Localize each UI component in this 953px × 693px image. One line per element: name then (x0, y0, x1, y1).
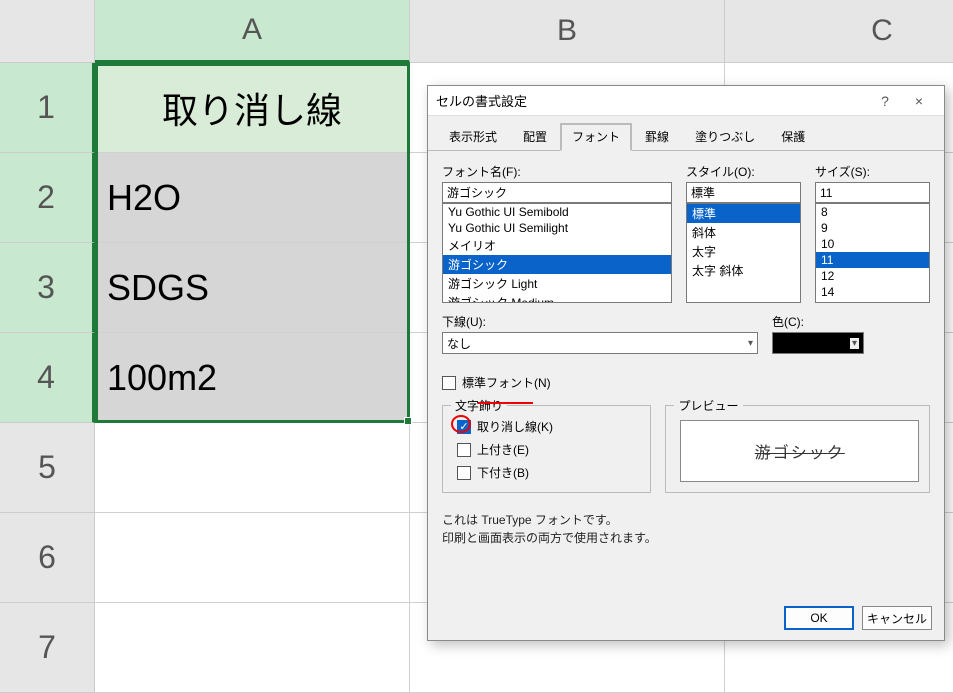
list-item[interactable]: 14 (816, 284, 929, 300)
annotation-underline (478, 402, 533, 404)
strikethrough-label: 取り消し線(K) (477, 418, 553, 435)
tab-罫線[interactable]: 罫線 (632, 122, 682, 150)
select-all-corner[interactable] (0, 0, 95, 63)
tab-フォント[interactable]: フォント (560, 123, 632, 151)
row-header-3[interactable]: 3 (0, 243, 95, 333)
row-headers: 1234567 (0, 63, 95, 646)
cell-A2[interactable]: H2O (95, 153, 410, 243)
effects-legend: 文字飾り (451, 397, 507, 414)
color-label: 色(C): (772, 313, 930, 330)
cell-A1[interactable]: 取り消し線 (95, 63, 410, 153)
row-header-6[interactable]: 6 (0, 513, 95, 603)
list-item[interactable]: 游ゴシック Light (443, 274, 671, 293)
superscript-checkbox[interactable] (457, 443, 471, 457)
list-item[interactable]: 12 (816, 268, 929, 284)
row-header-4[interactable]: 4 (0, 333, 95, 423)
underline-label: 下線(U): (442, 313, 758, 330)
list-item[interactable]: メイリオ (443, 236, 671, 255)
list-item[interactable]: Yu Gothic UI Semibold (443, 204, 671, 220)
superscript-label: 上付き(E) (477, 441, 529, 458)
list-item[interactable]: 11 (816, 252, 929, 268)
cell-A7[interactable] (95, 603, 410, 693)
annotation-circle (451, 415, 471, 433)
list-item[interactable]: 太字 (687, 242, 800, 261)
row-header-2[interactable]: 2 (0, 153, 95, 243)
list-item[interactable]: 斜体 (687, 223, 800, 242)
tab-保護[interactable]: 保護 (768, 122, 818, 150)
list-item[interactable]: Yu Gothic UI Semilight (443, 220, 671, 236)
list-item[interactable]: 標準 (687, 204, 800, 223)
normal-font-checkbox[interactable] (442, 376, 456, 390)
effects-group: 文字飾り ✓ 取り消し線(K) 上付き(E) 下付き(B) (442, 405, 651, 493)
column-headers: ABC (95, 0, 953, 63)
cell-A6[interactable] (95, 513, 410, 603)
subscript-checkbox[interactable] (457, 466, 471, 480)
chevron-down-icon: ▾ (850, 338, 859, 349)
column-header-A[interactable]: A (95, 0, 410, 63)
preview-group: プレビュー 游ゴシック (665, 405, 930, 493)
style-label: スタイル(O): (686, 163, 801, 180)
row-header-7[interactable]: 7 (0, 603, 95, 693)
list-item[interactable]: 10 (816, 236, 929, 252)
font-info-text: これは TrueType フォントです。 印刷と画面表示の両方で使用されます。 (442, 511, 930, 547)
format-cells-dialog: セルの書式設定 ? × 表示形式配置フォント罫線塗りつぶし保護 フォント名(F)… (427, 85, 945, 641)
style-list[interactable]: 標準斜体太字太字 斜体 (686, 203, 801, 303)
chevron-down-icon: ▾ (748, 338, 753, 349)
row-header-1[interactable]: 1 (0, 63, 95, 153)
list-item[interactable]: 游ゴシック (443, 255, 671, 274)
font-name-list[interactable]: Yu Gothic UI SemiboldYu Gothic UI Semili… (442, 203, 672, 303)
preview-legend: プレビュー (674, 397, 742, 414)
dialog-body: フォント名(F): Yu Gothic UI SemiboldYu Gothic… (428, 151, 944, 557)
cancel-button[interactable]: キャンセル (862, 606, 932, 630)
close-icon: × (915, 93, 923, 109)
list-item[interactable]: 太字 斜体 (687, 261, 800, 280)
normal-font-label: 標準フォント(N) (462, 374, 551, 391)
dialog-tabs: 表示形式配置フォント罫線塗りつぶし保護 (428, 116, 944, 151)
cell-A5[interactable] (95, 423, 410, 513)
tab-表示形式[interactable]: 表示形式 (436, 122, 510, 150)
close-button[interactable]: × (902, 89, 936, 113)
font-name-input[interactable] (442, 182, 672, 203)
list-item[interactable]: 游ゴシック Medium (443, 293, 671, 303)
size-label: サイズ(S): (815, 163, 930, 180)
ok-button[interactable]: OK (784, 606, 854, 630)
preview-text: 游ゴシック (755, 439, 845, 463)
color-combo[interactable]: ▾ (772, 332, 864, 354)
column-header-B[interactable]: B (410, 0, 725, 63)
underline-combo[interactable]: なし ▾ (442, 332, 758, 354)
style-input[interactable] (686, 182, 801, 203)
row-header-5[interactable]: 5 (0, 423, 95, 513)
tab-塗りつぶし[interactable]: 塗りつぶし (682, 122, 768, 150)
cell-A4[interactable]: 100m2 (95, 333, 410, 423)
dialog-buttons: OK キャンセル (784, 606, 932, 630)
column-header-C[interactable]: C (725, 0, 953, 63)
dialog-titlebar[interactable]: セルの書式設定 ? × (428, 86, 944, 116)
list-item[interactable]: 9 (816, 220, 929, 236)
help-button[interactable]: ? (868, 89, 902, 113)
dialog-title: セルの書式設定 (436, 91, 868, 110)
list-item[interactable]: 8 (816, 204, 929, 220)
font-name-label: フォント名(F): (442, 163, 672, 180)
tab-配置[interactable]: 配置 (510, 122, 560, 150)
subscript-label: 下付き(B) (477, 464, 529, 481)
cell-A3[interactable]: SDGS (95, 243, 410, 333)
size-list[interactable]: 8910111214 (815, 203, 930, 303)
preview-box: 游ゴシック (680, 420, 919, 482)
size-input[interactable] (815, 182, 930, 203)
